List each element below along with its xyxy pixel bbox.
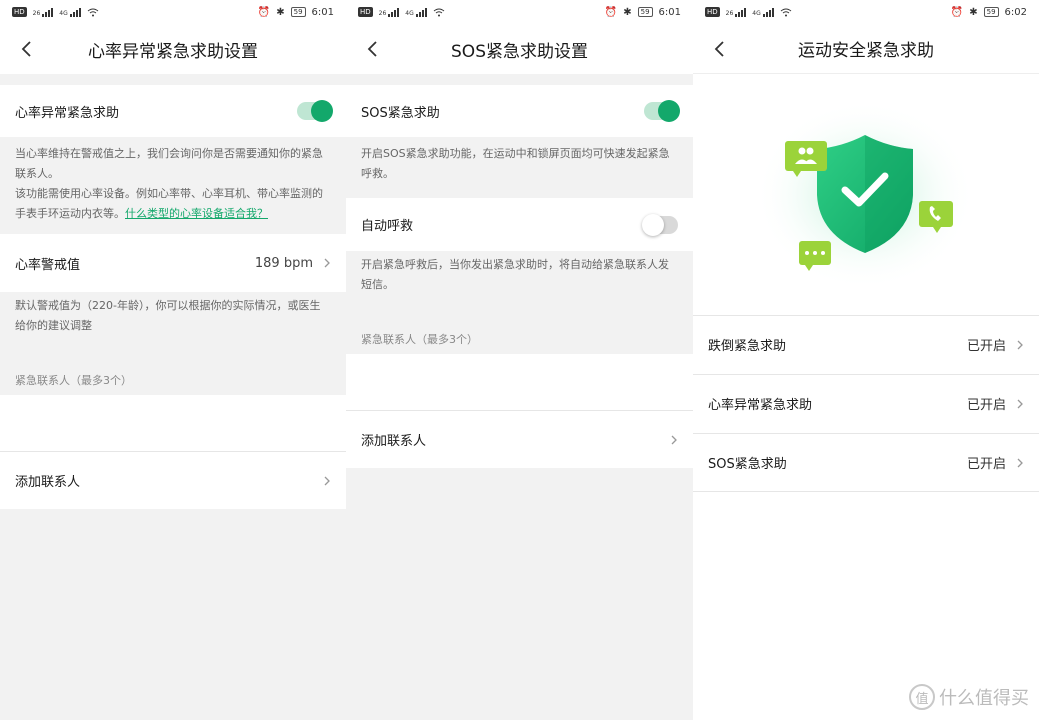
list-item-label: 心率异常紧急求助 <box>708 398 813 413</box>
back-icon[interactable] <box>20 39 34 59</box>
page-title: 运动安全紧急求助 <box>798 41 934 61</box>
add-contact-row[interactable]: 添加联系人 <box>346 411 693 468</box>
chevron-right-icon <box>324 258 330 268</box>
clock: 6:01 <box>658 6 681 18</box>
sos-alert-row[interactable]: SOS紧急求助 已开启 <box>693 433 1039 491</box>
toggle-label: 心率异常紧急求助 <box>15 105 120 121</box>
back-icon[interactable] <box>366 39 380 59</box>
wifi-icon <box>433 8 445 16</box>
contacts-header: 紧急联系人（最多3个） <box>15 374 132 387</box>
list-item-label: SOS紧急求助 <box>708 457 787 472</box>
alarm-icon: ⏰ <box>604 6 618 18</box>
auto-call-label: 自动呼救 <box>361 219 414 234</box>
add-contact-label: 添加联系人 <box>361 434 427 449</box>
threshold-label: 心率警戒值 <box>15 257 81 273</box>
nav-bar: 运动安全紧急求助 <box>693 24 1039 74</box>
bluetooth-icon: ✱ <box>276 6 285 18</box>
page-title: SOS紧急求助设置 <box>451 41 588 62</box>
status-bar: HD 26 4G ⏰ ✱ 59 6:01 <box>0 0 346 24</box>
bluetooth-icon: ✱ <box>623 6 632 18</box>
hd-icon: HD <box>358 7 373 17</box>
back-icon[interactable] <box>713 39 727 59</box>
divider <box>693 491 1039 492</box>
bluetooth-icon: ✱ <box>969 6 978 18</box>
signal-icon: 4G <box>59 7 81 17</box>
threshold-value: 189 bpm <box>254 255 313 271</box>
wifi-icon <box>780 8 792 16</box>
heart-rate-description: 当心率维持在警戒值之上，我们会询问你是否需要通知你的紧急联系人。 该功能需使用心… <box>0 144 346 224</box>
fall-detection-row[interactable]: 跌倒紧急求助 已开启 <box>693 315 1039 373</box>
contacts-header: 紧急联系人（最多3个） <box>361 333 478 346</box>
sos-toggle[interactable] <box>644 100 680 122</box>
add-contact-row[interactable]: 添加联系人 <box>0 452 346 509</box>
signal-icon: 26 <box>726 7 747 17</box>
hd-icon: HD <box>12 7 27 17</box>
auto-call-toggle[interactable] <box>642 213 678 236</box>
signal-icon: 4G <box>752 7 774 17</box>
safety-panel: HD 26 4G ⏰ ✱ 59 6:02 运动安全紧急求助 跌倒紧急求助 已开启… <box>693 0 1039 720</box>
status-bar: HD 26 4G ⏰ ✱ 59 6:01 <box>346 0 693 24</box>
threshold-row[interactable]: 心率警戒值 189 bpm <box>0 234 346 292</box>
sos-panel: HD 26 4G ⏰ ✱ 59 6:01 SOS紧急求助设置 SOS紧急求助 开… <box>346 0 693 720</box>
alarm-icon: ⏰ <box>257 6 271 18</box>
device-help-link[interactable]: 什么类型的心率设备适合我？ <box>125 207 268 220</box>
contacts-list <box>346 354 693 410</box>
battery-icon: 59 <box>290 7 306 17</box>
auto-call-description: 开启紧急呼救后，当你发出紧急求助时，将自动给紧急联系人发短信。 <box>361 258 669 291</box>
nav-bar: SOS紧急求助设置 <box>346 24 693 74</box>
add-contact-label: 添加联系人 <box>15 475 81 490</box>
watermark-logo-icon: 值 <box>909 684 935 710</box>
status-value: 已开启 <box>966 339 1006 354</box>
page-title: 心率异常紧急求助设置 <box>88 41 258 62</box>
wifi-icon <box>87 8 99 16</box>
clock: 6:02 <box>1004 6 1027 18</box>
status-value: 已开启 <box>966 457 1006 472</box>
sos-description: 开启SOS紧急求助功能，在运动中和锁屏页面均可快速发起紧急呼救。 <box>361 147 670 180</box>
sos-toggle-row[interactable]: SOS紧急求助 <box>346 85 693 137</box>
list-item-label: 跌倒紧急求助 <box>708 339 787 354</box>
watermark-text: 什么值得买 <box>939 688 1029 709</box>
nav-bar: 心率异常紧急求助设置 <box>0 24 346 74</box>
heart-rate-toggle[interactable] <box>297 100 333 122</box>
signal-icon: 26 <box>379 7 400 17</box>
heart-rate-alert-row[interactable]: 心率异常紧急求助 已开启 <box>693 374 1039 432</box>
heart-rate-panel: HD 26 4G ⏰ ✱ 59 6:01 心率异常紧急求助设置 心率异常紧急求助… <box>0 0 346 720</box>
toggle-label: SOS紧急求助 <box>361 105 440 121</box>
signal-icon: 26 <box>33 7 54 17</box>
contacts-list <box>0 395 346 451</box>
shield-illustration <box>755 100 975 290</box>
chevron-right-icon <box>324 476 330 485</box>
chevron-right-icon <box>1017 340 1023 349</box>
chevron-right-icon <box>671 435 677 444</box>
auto-call-row[interactable]: 自动呼救 <box>346 198 693 251</box>
status-bar: HD 26 4G ⏰ ✱ 59 6:02 <box>693 0 1039 24</box>
threshold-description: 默认警戒值为（220-年龄），你可以根据你的实际情况，或医生给你的建议调整 <box>15 299 321 332</box>
signal-icon: 4G <box>405 7 427 17</box>
chevron-right-icon <box>1017 458 1023 467</box>
watermark: 值 什么值得买 <box>909 684 1029 710</box>
chevron-right-icon <box>1017 399 1023 408</box>
status-value: 已开启 <box>966 398 1006 413</box>
heart-rate-toggle-row[interactable]: 心率异常紧急求助 <box>0 85 346 137</box>
hero-illustration <box>693 75 1039 315</box>
clock: 6:01 <box>311 6 334 18</box>
battery-icon: 59 <box>637 7 653 17</box>
alarm-icon: ⏰ <box>950 6 964 18</box>
battery-icon: 59 <box>983 7 999 17</box>
desc-text: 当心率维持在警戒值之上，我们会询问你是否需要通知你的紧急联系人。 <box>15 147 323 180</box>
hd-icon: HD <box>705 7 720 17</box>
